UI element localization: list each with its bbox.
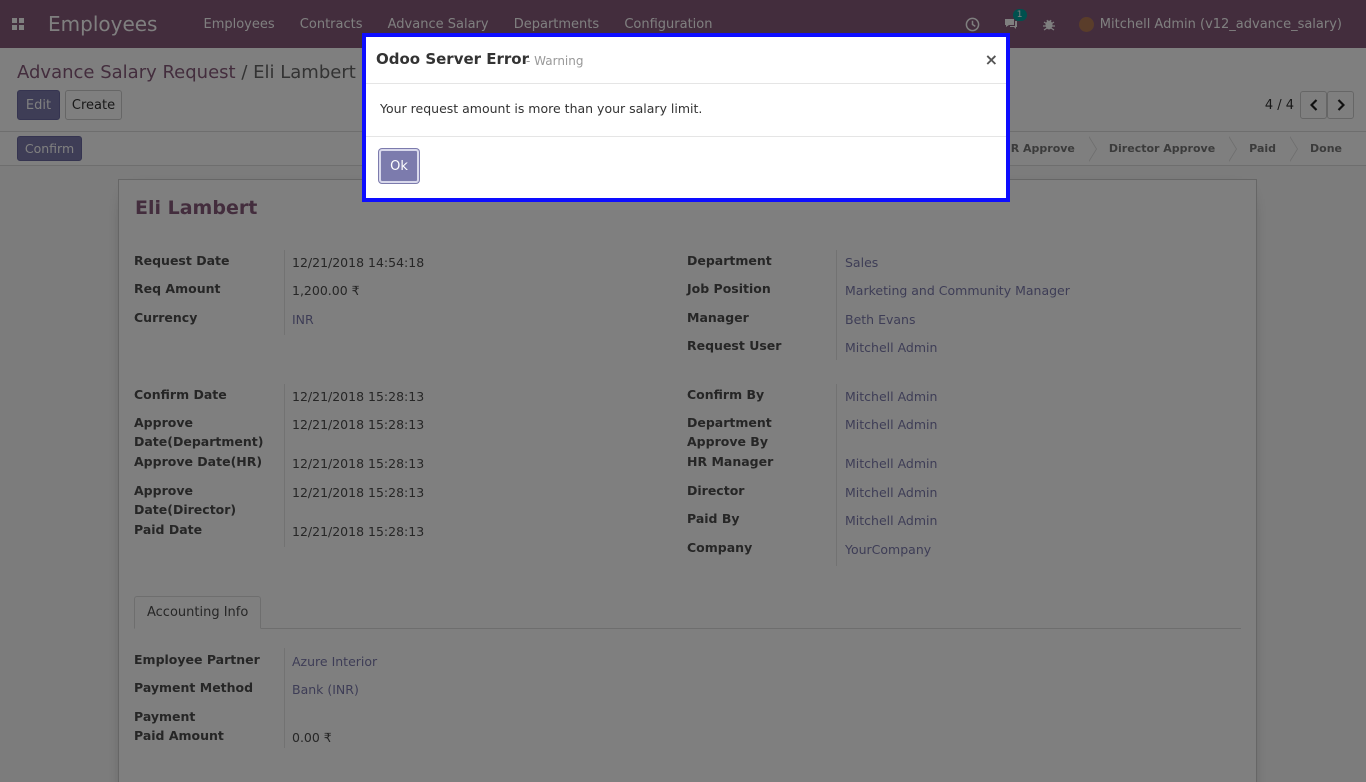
close-icon[interactable]: ×	[985, 50, 998, 69]
server-error-dialog: Odoo Server Error - Warning × Your reque…	[362, 33, 1010, 202]
ok-button[interactable]: Ok	[379, 149, 419, 183]
dialog-message: Your request amount is more than your sa…	[380, 101, 703, 116]
dialog-title: Odoo Server Error	[376, 50, 530, 68]
dialog-header: Odoo Server Error - Warning ×	[366, 37, 1006, 84]
dialog-subtitle: - Warning	[526, 54, 584, 68]
dialog-footer-divider	[366, 136, 1006, 137]
